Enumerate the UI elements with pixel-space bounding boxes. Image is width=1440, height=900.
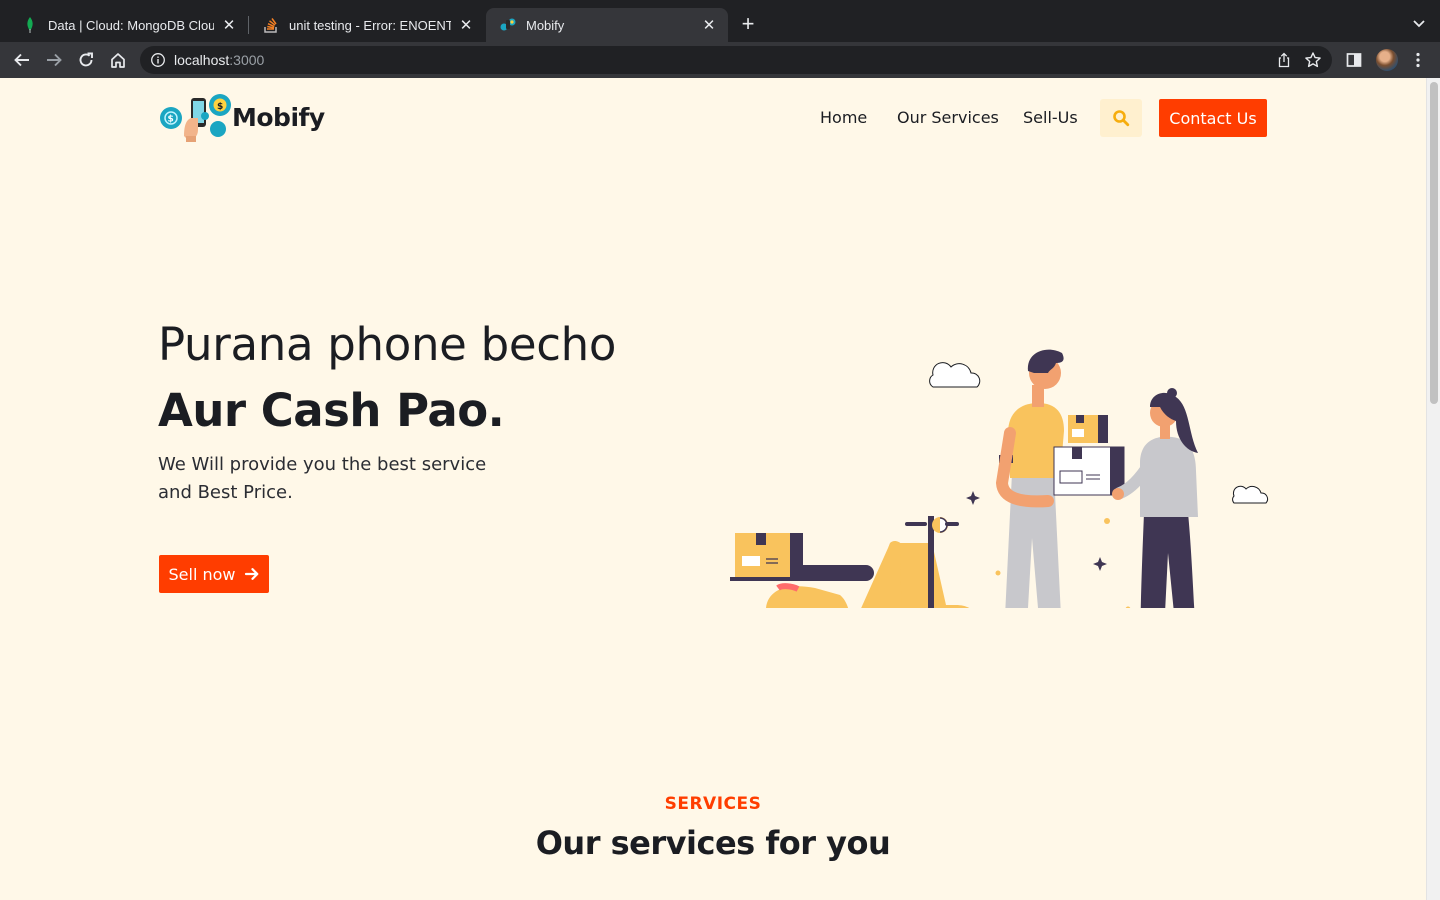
hero-heading-line1: Purana phone becho xyxy=(158,318,617,371)
back-arrow-icon[interactable] xyxy=(12,50,32,70)
hero-description: We Will provide you the best service and… xyxy=(158,451,508,507)
contact-us-button[interactable]: Contact Us xyxy=(1159,99,1267,137)
side-panel-icon[interactable] xyxy=(1344,50,1364,70)
tab-title: unit testing - Error: ENOENT: n xyxy=(289,17,451,33)
search-button[interactable] xyxy=(1100,99,1142,137)
address-bar[interactable]: localhost:3000 xyxy=(140,46,1332,74)
tab-title: Data | Cloud: MongoDB Cloud xyxy=(48,17,214,33)
hero-description-line2: and Best Price. xyxy=(158,482,293,503)
mobify-logo-icon: $ $ xyxy=(160,94,231,142)
mobify-icon xyxy=(500,17,516,33)
tab-stackoverflow[interactable]: unit testing - Error: ENOENT: n ✕ xyxy=(249,8,485,42)
hero-description-line1: We Will provide you the best service xyxy=(158,454,487,475)
svg-text:$: $ xyxy=(168,115,174,125)
nav-sell-us[interactable]: Sell-Us xyxy=(1023,108,1078,127)
close-icon[interactable]: ✕ xyxy=(700,16,718,34)
arrow-right-icon xyxy=(244,568,258,580)
sell-now-button[interactable]: Sell now xyxy=(159,555,269,593)
tab-mongodb[interactable]: Data | Cloud: MongoDB Cloud ✕ xyxy=(8,8,248,42)
profile-avatar[interactable] xyxy=(1376,49,1398,71)
site-logo[interactable]: $ $ Mobify xyxy=(158,92,325,142)
share-icon[interactable] xyxy=(1276,52,1292,68)
logo-wordmark: Mobify xyxy=(232,102,325,132)
hero-delivery-illustration xyxy=(730,349,1268,608)
new-tab-button[interactable]: + xyxy=(736,13,760,37)
services-title: Our services for you xyxy=(535,824,891,862)
svg-text:$: $ xyxy=(217,102,223,112)
kebab-menu-icon[interactable] xyxy=(1408,50,1428,70)
nav-home[interactable]: Home xyxy=(820,108,867,127)
services-kicker: SERVICES xyxy=(664,794,762,814)
sell-now-label: Sell now xyxy=(168,564,236,584)
mongodb-leaf-icon xyxy=(22,17,38,33)
web-page: $ $ Mobify Home Our Services Sell-Us Con… xyxy=(0,78,1426,900)
home-icon[interactable] xyxy=(108,50,128,70)
url-host: localhost xyxy=(174,52,230,68)
url-port: :3000 xyxy=(229,52,265,68)
page-scrollbar[interactable] xyxy=(1426,78,1440,900)
stackoverflow-icon xyxy=(263,17,279,33)
reload-icon[interactable] xyxy=(76,50,96,70)
nav-our-services[interactable]: Our Services xyxy=(897,108,999,127)
close-icon[interactable]: ✕ xyxy=(220,16,238,34)
url-text: localhost:3000 xyxy=(174,52,264,68)
close-icon[interactable]: ✕ xyxy=(457,16,475,34)
tab-title: Mobify xyxy=(526,17,565,33)
forward-arrow-icon[interactable] xyxy=(44,50,64,70)
browser-toolbar: localhost:3000 xyxy=(0,42,1440,78)
site-info-icon[interactable] xyxy=(150,52,166,68)
hero-heading-line2: Aur Cash Pao. xyxy=(158,384,505,437)
bookmark-star-icon[interactable] xyxy=(1304,51,1322,69)
scrollbar-thumb[interactable] xyxy=(1430,82,1438,404)
search-icon xyxy=(1113,110,1130,127)
browser-tab-strip: Data | Cloud: MongoDB Cloud ✕ unit testi… xyxy=(0,0,1440,42)
tab-search-chevron-icon[interactable] xyxy=(1410,14,1428,32)
tab-mobify[interactable]: Mobify ✕ xyxy=(486,8,728,42)
